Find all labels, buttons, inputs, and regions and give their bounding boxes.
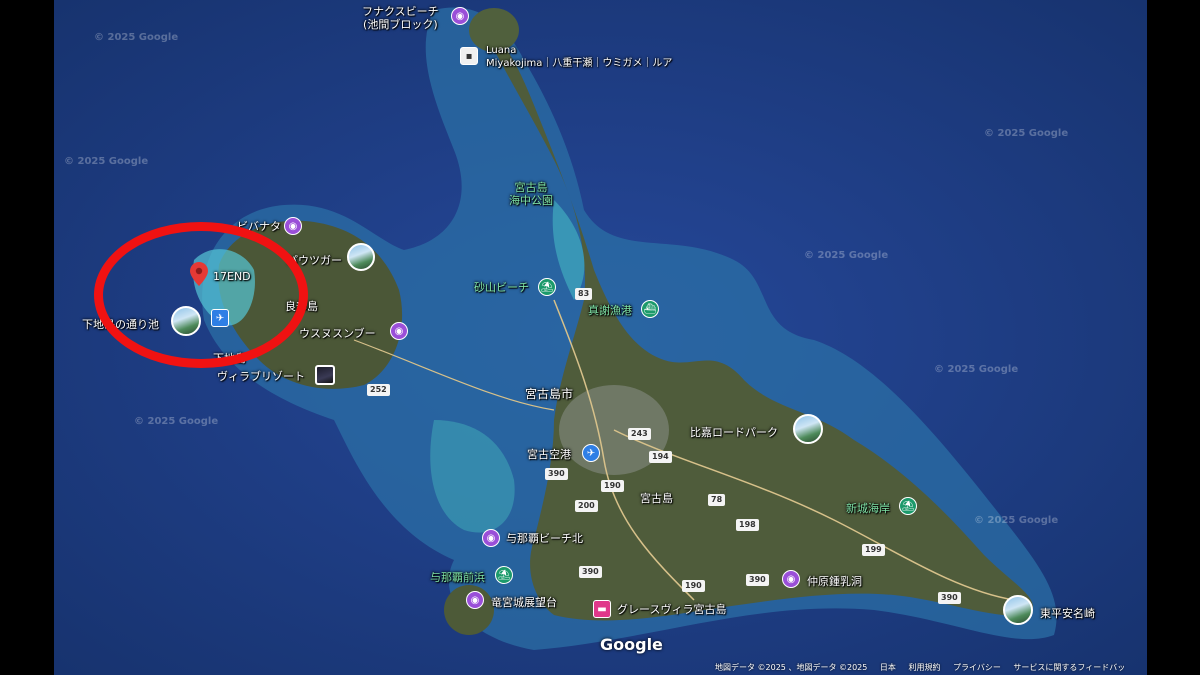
route-shield: 78 bbox=[708, 494, 726, 506]
route-shield: 390 bbox=[746, 574, 769, 586]
place-label-yonaha-maehama[interactable]: 与那覇前浜 bbox=[430, 571, 485, 584]
place-label-funakusu[interactable]: フナクスビーチ (池間ブロック) bbox=[362, 5, 439, 31]
ferry-icon[interactable]: ⛴ bbox=[641, 300, 659, 318]
route-shield: 190 bbox=[682, 580, 705, 592]
privacy-link[interactable]: プライバシー bbox=[953, 663, 1001, 672]
watermark: © 2025 Google bbox=[64, 156, 149, 167]
feedback-link[interactable]: サービスに関するフィードバッ bbox=[1013, 663, 1125, 672]
beach-umbrella-icon[interactable]: ⛱ bbox=[899, 497, 917, 515]
watermark: © 2025 Google bbox=[94, 32, 179, 43]
camera-icon[interactable]: ◉ bbox=[451, 7, 469, 25]
route-shield: 83 bbox=[575, 288, 593, 300]
place-label-ryugujo[interactable]: 竜宮城展望台 bbox=[491, 596, 557, 609]
place-label-luana[interactable]: Luana Miyakojima｜八重干瀬｜ウミガメ｜ルア bbox=[486, 44, 672, 70]
bed-icon[interactable]: ▬ bbox=[593, 600, 611, 618]
place-label-higa-road-park[interactable]: 比嘉ロードパーク bbox=[690, 426, 778, 439]
route-shield: 390 bbox=[545, 468, 568, 480]
route-shield: 198 bbox=[736, 519, 759, 531]
map-data-attribution: 地図データ ©2025 、地図データ ©2025 bbox=[715, 663, 868, 672]
route-shield: 200 bbox=[575, 500, 598, 512]
route-shield: 252 bbox=[367, 384, 390, 396]
beach-umbrella-icon[interactable]: ⛱ bbox=[538, 278, 556, 296]
place-label-grace-villa[interactable]: グレースヴィラ宮古島 bbox=[617, 603, 726, 616]
place-label-higashi-hennazaki[interactable]: 東平安名崎 bbox=[1040, 607, 1095, 620]
camera-icon[interactable]: ◉ bbox=[466, 591, 484, 609]
route-shield: 390 bbox=[579, 566, 602, 578]
highlight-circle bbox=[94, 222, 308, 368]
airplane-icon[interactable]: ✈ bbox=[582, 444, 600, 462]
map-footer: 地図データ ©2025 、地図データ ©2025 日本 利用規約 プライバシー … bbox=[715, 662, 1135, 673]
camera-icon[interactable]: ◉ bbox=[782, 570, 800, 588]
place-label-miyako-airport[interactable]: 宮古空港 bbox=[527, 448, 571, 461]
camera-icon[interactable]: ◉ bbox=[390, 322, 408, 340]
route-shield: 199 bbox=[862, 544, 885, 556]
watermark: © 2025 Google bbox=[134, 416, 219, 427]
place-label-yonaha-north[interactable]: 与那覇ビーチ北 bbox=[506, 532, 583, 545]
route-shield: 243 bbox=[628, 428, 651, 440]
camera-icon[interactable]: ◉ bbox=[284, 217, 302, 235]
route-shield: 190 bbox=[601, 480, 624, 492]
camera-icon[interactable]: ◉ bbox=[482, 529, 500, 547]
country-link[interactable]: 日本 bbox=[880, 663, 896, 672]
watermark: © 2025 Google bbox=[804, 250, 889, 261]
route-shield: 390 bbox=[938, 592, 961, 604]
watermark: © 2025 Google bbox=[984, 128, 1069, 139]
beach-umbrella-icon[interactable]: ⛱ bbox=[495, 566, 513, 584]
place-label-nakabaru[interactable]: 仲原鍾乳洞 bbox=[807, 575, 862, 588]
place-photo-thumbnail[interactable] bbox=[1003, 595, 1033, 625]
place-photo-thumbnail[interactable] bbox=[347, 243, 375, 271]
watermark: © 2025 Google bbox=[934, 364, 1019, 375]
place-photo-thumbnail[interactable] bbox=[793, 414, 823, 444]
place-label-villa[interactable]: ヴィラブリゾート bbox=[217, 370, 305, 383]
place-label-usunu[interactable]: ウスヌスンブー bbox=[299, 327, 376, 340]
place-label-miyakojima-city[interactable]: 宮古島市 bbox=[525, 388, 573, 401]
watermark: © 2025 Google bbox=[974, 515, 1059, 526]
place-label-shinjya[interactable]: 真謝漁港 bbox=[588, 304, 632, 317]
place-label-kaichu-park[interactable]: 宮古島 海中公園 bbox=[509, 181, 553, 207]
terms-link[interactable]: 利用規約 bbox=[908, 663, 940, 672]
camera-icon[interactable]: ▪ bbox=[460, 47, 478, 65]
place-label-shinjo-beach[interactable]: 新城海岸 bbox=[846, 502, 890, 515]
google-logo: Google bbox=[600, 635, 663, 654]
place-label-miyakojima: 宮古島 bbox=[640, 492, 673, 505]
place-photo-thumbnail[interactable] bbox=[315, 365, 335, 385]
place-label-sunayama[interactable]: 砂山ビーチ bbox=[474, 281, 529, 294]
route-shield: 194 bbox=[649, 451, 672, 463]
